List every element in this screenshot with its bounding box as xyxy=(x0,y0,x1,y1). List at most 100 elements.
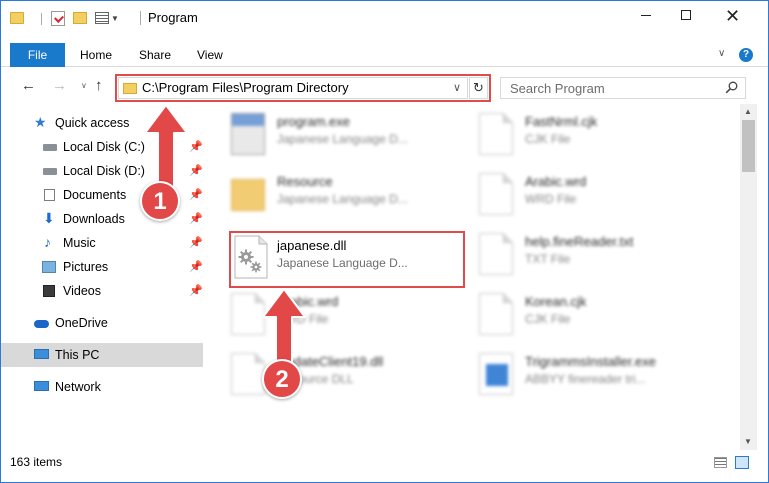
ribbon-tabs: File Home Share View ∨ ? xyxy=(1,43,768,67)
pin-icon[interactable]: 📌 xyxy=(189,207,203,231)
disk-icon xyxy=(43,144,57,151)
file-name: TrigrammsInstaller.exe xyxy=(525,354,656,369)
sidebar-item-label: Videos xyxy=(63,284,101,298)
close-icon: ✕ xyxy=(725,6,741,26)
new-folder-icon[interactable] xyxy=(73,12,87,24)
file-icon xyxy=(479,173,513,215)
music-icon: ♪ xyxy=(44,234,51,250)
sidebar-item-label: Pictures xyxy=(63,260,109,274)
file-icon xyxy=(479,233,513,275)
file-description: Japanese Language D... xyxy=(277,132,408,146)
pin-icon[interactable]: 📌 xyxy=(189,255,203,279)
sidebar-item-this-pc[interactable]: This PC xyxy=(1,343,203,367)
folder-icon xyxy=(231,179,265,211)
app-icon xyxy=(479,353,513,395)
help-icon[interactable]: ? xyxy=(739,48,753,62)
up-arrow-icon[interactable]: ↑ xyxy=(95,77,103,94)
forward-arrow-icon[interactable]: → xyxy=(52,77,67,94)
file-description: CJK File xyxy=(525,312,571,326)
maximize-icon xyxy=(681,10,691,20)
videos-icon xyxy=(43,285,55,297)
address-bar-highlight xyxy=(115,74,491,102)
chevron-down-icon[interactable]: ▼ xyxy=(111,14,119,30)
folder-icon[interactable] xyxy=(10,12,24,24)
step-2-badge: 2 xyxy=(262,359,302,399)
file-name: FastNrml.cjk xyxy=(525,114,598,129)
sidebar-item-label: Music xyxy=(63,236,96,250)
maximize-button[interactable] xyxy=(665,1,711,31)
title-divider xyxy=(140,11,141,25)
minimize-icon xyxy=(641,15,651,16)
recent-locations-icon[interactable]: ∨ xyxy=(81,81,87,90)
sidebar-item-label: Documents xyxy=(63,188,127,202)
window-title: Program xyxy=(148,10,198,25)
pin-icon[interactable]: 📌 xyxy=(189,135,203,159)
refresh-icon[interactable]: ↻ xyxy=(469,77,488,99)
large-icons-view-icon[interactable] xyxy=(735,456,749,469)
explorer-window: ▼ Program ✕ File Home Share View ∨ ? ← →… xyxy=(0,0,769,483)
pc-icon xyxy=(34,349,49,359)
file-name: Arabic.wrd xyxy=(525,174,587,189)
pin-icon[interactable]: 📌 xyxy=(189,159,203,183)
sidebar-item-label: Quick access xyxy=(55,116,130,130)
pin-icon[interactable]: 📌 xyxy=(189,279,203,303)
sidebar-item-music[interactable]: ♪ Music 📌 xyxy=(1,231,203,255)
search-box[interactable] xyxy=(500,77,746,99)
file-name: Resource xyxy=(277,174,333,189)
expand-ribbon-icon[interactable]: ∨ xyxy=(718,48,725,59)
file-name: help.fineReader.txt xyxy=(525,234,634,249)
search-input[interactable] xyxy=(501,78,721,98)
sidebar-item-label: Network xyxy=(55,380,101,394)
file-item-trigramms-exe[interactable]: TrigrammsInstaller.exe ABBYY finereader … xyxy=(467,347,703,403)
network-icon xyxy=(34,381,49,391)
file-item-korean-cjk[interactable]: Korean.cjk CJK File xyxy=(467,287,703,343)
navigation-bar: ← → ∨ ↑ C:\Program Files\Program Directo… xyxy=(1,67,768,103)
details-view-icon[interactable] xyxy=(714,457,727,468)
pin-icon[interactable]: 📌 xyxy=(189,183,203,207)
file-icon xyxy=(479,293,513,335)
tab-file[interactable]: File xyxy=(10,43,65,67)
pin-icon[interactable]: 📌 xyxy=(189,231,203,255)
search-icon[interactable] xyxy=(725,81,738,94)
file-item-help-txt[interactable]: help.fineReader.txt TXT File xyxy=(467,227,703,283)
sidebar-item-label: Downloads xyxy=(63,212,125,226)
sidebar-item-network[interactable]: Network xyxy=(1,375,203,399)
file-name: program.exe xyxy=(277,114,350,129)
vertical-scrollbar[interactable]: ▲ ▼ xyxy=(740,104,757,450)
file-item-arabic-wrd[interactable]: Arabic.wrd WRD File xyxy=(467,167,703,223)
tab-view[interactable]: View xyxy=(197,43,223,67)
star-icon: ★ xyxy=(34,114,47,130)
file-description: TXT File xyxy=(525,252,571,266)
sidebar-item-label: This PC xyxy=(55,348,100,362)
tab-home[interactable]: Home xyxy=(80,43,112,67)
back-arrow-icon[interactable]: ← xyxy=(21,77,36,94)
quick-access-menu-icon[interactable] xyxy=(95,12,109,24)
sidebar-item-onedrive[interactable]: OneDrive xyxy=(1,311,203,335)
file-item-resource-folder[interactable]: Resource Japanese Language D... xyxy=(219,167,455,223)
sidebar-item-label: Local Disk (C:) xyxy=(63,140,145,154)
sidebar-item-pictures[interactable]: Pictures 📌 xyxy=(1,255,203,279)
exe-icon xyxy=(231,113,265,155)
item-count: 163 items xyxy=(10,455,63,469)
file-description: CJK File xyxy=(525,132,571,146)
step-1-badge: 1 xyxy=(140,181,180,221)
file-item-updateclient-dll[interactable]: UpdateClient19.dll Resource DLL xyxy=(219,347,455,403)
file-item-arabic-wrd-2[interactable]: Arabic.wrd WRD File xyxy=(219,287,455,343)
file-item-fastnrml[interactable]: FastNrml.cjk CJK File xyxy=(467,107,703,163)
file-name: Korean.cjk xyxy=(525,294,587,309)
sidebar-item-label: OneDrive xyxy=(55,316,108,330)
japanese-dll-highlight xyxy=(229,231,465,288)
file-item-program-exe[interactable]: program.exe Japanese Language D... xyxy=(219,107,455,163)
tab-share[interactable]: Share xyxy=(139,43,171,67)
scroll-up-icon[interactable]: ▲ xyxy=(744,107,752,116)
file-description: WRD File xyxy=(525,192,577,206)
scroll-thumb[interactable] xyxy=(742,120,755,172)
properties-icon[interactable] xyxy=(51,11,65,26)
download-icon: ⬇ xyxy=(43,210,55,226)
sidebar-item-videos[interactable]: Videos 📌 xyxy=(1,279,203,303)
close-button[interactable]: ✕ xyxy=(711,1,757,31)
file-description: ABBYY finereader tri... xyxy=(525,372,646,386)
sidebar-item-label: Local Disk (D:) xyxy=(63,164,145,178)
pictures-icon xyxy=(42,261,56,273)
scroll-down-icon[interactable]: ▼ xyxy=(744,437,752,446)
